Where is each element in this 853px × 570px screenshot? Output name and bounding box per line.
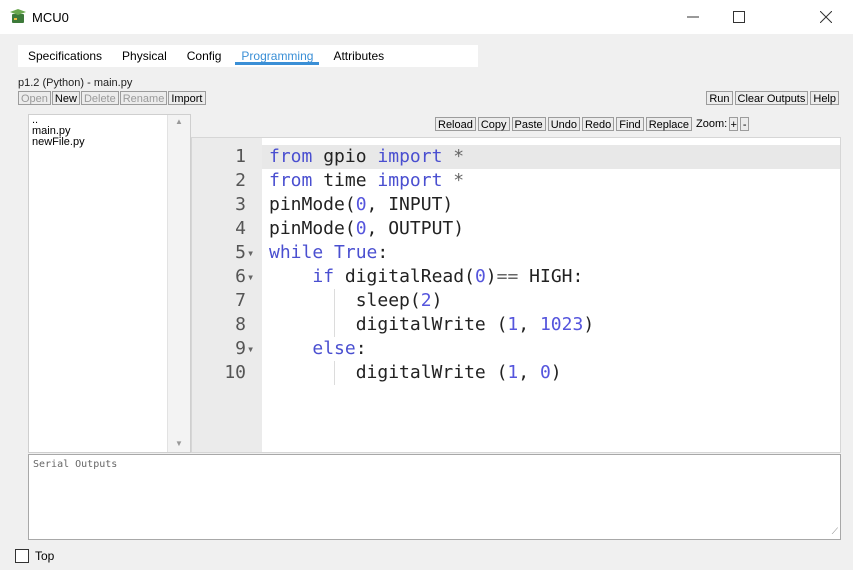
zoom-out-button[interactable]: -	[740, 117, 750, 131]
tab-physical[interactable]: Physical	[112, 45, 177, 67]
maximize-icon	[733, 11, 745, 23]
paste-button[interactable]: Paste	[511, 117, 546, 131]
scroll-down-icon[interactable]: ▼	[175, 439, 183, 448]
resize-grip-icon[interactable]: ⟋	[832, 526, 838, 537]
code-line[interactable]: digitalWrite (1, 1023)	[269, 313, 594, 337]
close-icon	[820, 11, 832, 23]
code-line[interactable]: from time import *	[269, 169, 464, 193]
indent-guide	[334, 289, 336, 337]
code-line[interactable]: pinMode(0, OUTPUT)	[269, 217, 464, 241]
tab-bar: Specifications Physical Config Programmi…	[18, 45, 478, 67]
file-list-scrollbar[interactable]: ▲ ▼	[167, 115, 190, 452]
line-number: 1	[235, 146, 246, 167]
redo-button[interactable]: Redo	[581, 117, 615, 131]
replace-button[interactable]: Replace	[645, 117, 693, 131]
reload-button[interactable]: Reload	[435, 117, 476, 131]
run-button-row: Run Clear Outputs Help	[706, 91, 839, 105]
fold-toggle-icon[interactable]: ▾	[247, 241, 259, 265]
line-number: 3	[235, 194, 246, 215]
delete-button[interactable]: Delete	[80, 91, 119, 105]
serial-output-area[interactable]: Serial Outputs ⟋	[28, 454, 841, 540]
new-button[interactable]: New	[51, 91, 80, 105]
find-button[interactable]: Find	[616, 117, 644, 131]
zoom-in-button[interactable]: +	[729, 117, 739, 131]
code-line[interactable]: if digitalRead(0)== HIGH:	[269, 265, 583, 289]
run-button[interactable]: Run	[706, 91, 733, 105]
top-checkbox-row[interactable]: Top	[15, 549, 54, 563]
open-button[interactable]: Open	[18, 91, 51, 105]
file-list: .. main.py newFile.py ▲ ▼	[28, 114, 191, 453]
close-button[interactable]	[803, 0, 849, 34]
window-title: MCU0	[32, 10, 69, 25]
mcu-device-icon	[10, 9, 26, 23]
tab-programming[interactable]: Programming	[231, 45, 323, 67]
import-button[interactable]: Import	[168, 91, 206, 105]
scroll-up-icon[interactable]: ▲	[175, 117, 183, 126]
serial-outputs-placeholder: Serial Outputs	[33, 459, 118, 470]
title-bar: MCU0	[0, 0, 853, 34]
code-line[interactable]: digitalWrite (1, 0)	[269, 361, 562, 385]
project-file-label: p1.2 (Python) - main.py	[18, 77, 133, 89]
line-number: 10	[224, 362, 246, 383]
editor-toolbar: Reload Copy Paste Undo Redo Find Replace…	[435, 117, 750, 131]
code-line[interactable]: sleep(2)	[269, 289, 443, 313]
indent-guide	[334, 361, 336, 385]
line-number: 6	[235, 266, 246, 287]
line-number: 5	[235, 242, 246, 263]
code-line[interactable]: while True:	[269, 241, 388, 265]
zoom-label: Zoom:	[696, 118, 728, 130]
code-line[interactable]: else:	[269, 337, 366, 361]
clear-outputs-button[interactable]: Clear Outputs	[734, 91, 809, 105]
copy-button[interactable]: Copy	[477, 117, 510, 131]
help-button[interactable]: Help	[810, 91, 839, 105]
code-line[interactable]: pinMode(0, INPUT)	[269, 193, 453, 217]
code-line[interactable]: from gpio import *	[269, 145, 464, 169]
tab-config[interactable]: Config	[177, 45, 232, 67]
undo-button[interactable]: Undo	[547, 117, 580, 131]
device-panel: Specifications Physical Config Programmi…	[0, 34, 853, 570]
code-editor[interactable]: 1 from gpio import * 2 from time import * 3 p…	[191, 137, 841, 453]
tab-specifications[interactable]: Specifications	[18, 45, 112, 67]
top-checkbox[interactable]	[15, 549, 29, 563]
top-checkbox-label: Top	[35, 549, 55, 563]
minimize-icon	[687, 16, 699, 18]
line-number: 7	[235, 290, 246, 311]
rename-button[interactable]: Rename	[119, 91, 168, 105]
maximize-button[interactable]	[716, 0, 762, 34]
minimize-button[interactable]	[670, 0, 716, 34]
file-button-row: Open New Delete Rename Import	[18, 91, 206, 105]
line-number: 4	[235, 218, 246, 239]
line-number: 2	[235, 170, 246, 191]
fold-toggle-icon[interactable]: ▾	[247, 337, 259, 361]
tab-attributes[interactable]: Attributes	[323, 45, 394, 67]
line-number: 9	[235, 338, 246, 359]
fold-toggle-icon[interactable]: ▾	[247, 265, 259, 289]
line-number: 8	[235, 314, 246, 335]
file-item-newfile-py[interactable]: newFile.py	[29, 137, 190, 148]
